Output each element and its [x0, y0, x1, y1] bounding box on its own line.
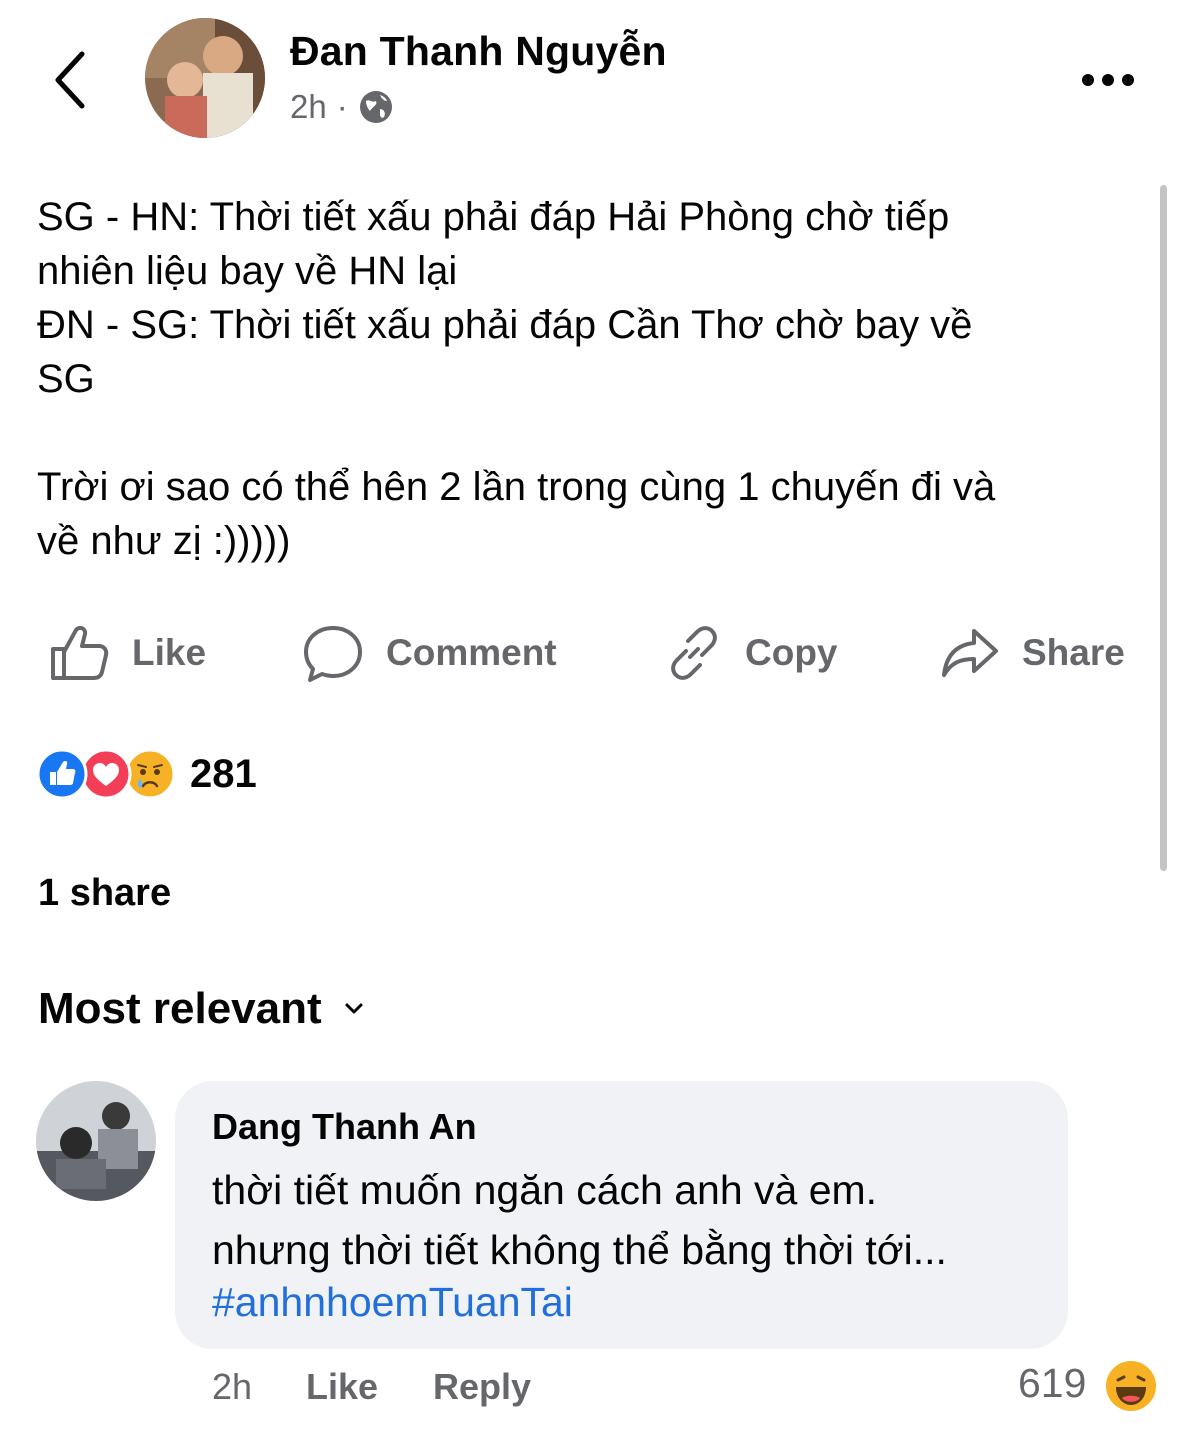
comment-time[interactable]: 2h — [212, 1366, 252, 1408]
share-count[interactable]: 1 share — [38, 872, 171, 915]
share-arrow-icon — [942, 629, 998, 677]
link-icon — [671, 626, 717, 680]
comment-reply-button[interactable]: Reply — [433, 1366, 531, 1408]
comment-like-button[interactable]: Like — [306, 1366, 378, 1408]
author-avatar-photo — [145, 18, 265, 138]
post-text: SG - HN: Thời tiết xấu phải đáp Hải Phòn… — [37, 195, 996, 563]
copy-button[interactable]: Copy — [665, 618, 838, 688]
chevron-down-icon — [345, 1003, 363, 1014]
like-label: Like — [132, 632, 207, 673]
reactions-summary[interactable]: 281 — [36, 746, 257, 802]
comment-label: Comment — [386, 632, 557, 673]
meta-separator: · — [336, 88, 348, 125]
haha-reaction-icon — [1106, 1361, 1156, 1411]
scrollbar[interactable] — [1160, 185, 1167, 871]
globe-icon — [359, 91, 392, 123]
more-options-button[interactable] — [1078, 68, 1138, 92]
more-icon — [1082, 74, 1134, 86]
chevron-left-icon — [55, 51, 85, 109]
commenter-avatar[interactable] — [36, 1081, 156, 1201]
commenter-avatar-photo — [36, 1081, 156, 1201]
sort-label: Most relevant — [38, 984, 322, 1033]
copy-label: Copy — [745, 632, 838, 673]
back-button[interactable] — [50, 50, 90, 110]
author-avatar[interactable] — [145, 18, 265, 138]
comment-button[interactable]: Comment — [302, 618, 557, 688]
post-meta: 2h · — [290, 88, 394, 126]
share-label: Share — [1022, 632, 1125, 673]
comment-text: thời tiết muốn ngăn cách anh và em. nhưn… — [212, 1167, 947, 1273]
comment-reaction[interactable] — [1105, 1360, 1157, 1412]
reaction-count: 281 — [190, 751, 257, 796]
like-button[interactable]: Like — [48, 618, 206, 688]
share-button[interactable]: Share — [940, 618, 1125, 688]
post-author-name[interactable]: Đan Thanh Nguyễn — [290, 28, 667, 75]
like-reaction-icon — [36, 748, 88, 800]
comment-bubble-icon — [304, 626, 362, 682]
thumbs-up-icon — [51, 625, 109, 680]
post-time[interactable]: 2h — [290, 88, 327, 126]
comment-author-name[interactable]: Dang Thanh An — [212, 1106, 477, 1148]
comment-hashtag-link[interactable]: #anhnhoemTuanTai — [212, 1279, 573, 1326]
comment-reaction-count[interactable]: 619 — [1018, 1360, 1086, 1407]
comment-sort-dropdown[interactable]: Most relevant — [38, 984, 364, 1034]
